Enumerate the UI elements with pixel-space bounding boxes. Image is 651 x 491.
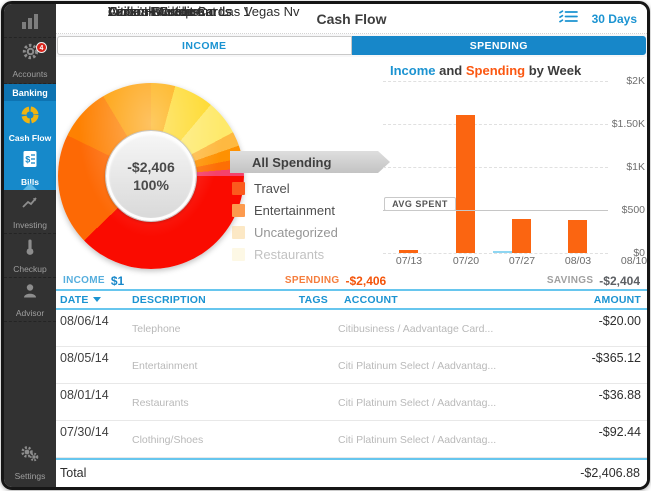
sidebar-item-bills[interactable]: $ Bills [4, 146, 56, 190]
sidebar-section-label: Banking [12, 88, 48, 98]
app-frame: 4 Accounts Banking Cash Flow $ [1, 1, 650, 490]
thermometer-icon [20, 238, 40, 261]
notification-badge: 4 [36, 42, 47, 53]
app-screenshot: 4 Accounts Banking Cash Flow $ [0, 0, 651, 491]
sidebar-item-label: Checkup [13, 264, 47, 274]
sidebar-item-label: Advisor [16, 308, 44, 318]
sidebar-item-label: Investing [13, 220, 47, 230]
bar-chart-logo-icon [22, 13, 38, 29]
sort-arrow-icon [93, 297, 101, 302]
app-logo[interactable] [4, 4, 56, 38]
sidebar-section-banking[interactable]: Banking [4, 84, 56, 101]
account-text: Citibank Credit Cards [108, 4, 647, 487]
sidebar-item-cash-flow[interactable]: Cash Flow [4, 101, 56, 146]
sidebar-item-checkup[interactable]: Checkup [4, 234, 56, 278]
sidebar-item-label: Accounts [13, 69, 48, 79]
total-label: Total [60, 466, 86, 487]
person-icon [20, 282, 40, 305]
donut-chart-icon [20, 105, 40, 130]
sidebar: 4 Accounts Banking Cash Flow $ [4, 4, 56, 487]
sidebar-item-advisor[interactable]: Advisor [4, 278, 56, 322]
sidebar-item-label: Settings [15, 471, 46, 481]
sidebar-spacer [4, 322, 56, 439]
main-panel: Cash Flow 30 Days INCOME SPEN [56, 4, 647, 487]
double-gear-icon [19, 445, 41, 468]
pie-center-label: -$2,406 100% [106, 131, 196, 221]
cell-account: Citibank Credit CardsCiti Platinum Selec… [322, 432, 546, 446]
transaction-rows: 08/06/14Verizon WirelessTelephoneCitiban… [56, 310, 647, 458]
line-chart-icon [20, 194, 40, 217]
bill-icon: $ [20, 149, 40, 174]
sidebar-item-label: Cash Flow [9, 133, 52, 143]
sidebar-item-accounts[interactable]: 4 Accounts [4, 38, 56, 84]
table-row[interactable]: 07/30/14Azalea BoutiqueClothing/ShoesCit… [56, 421, 647, 458]
section-notch [23, 183, 37, 190]
sidebar-item-investing[interactable]: Investing [4, 190, 56, 234]
sidebar-item-settings[interactable]: Settings [4, 439, 56, 487]
svg-text:$: $ [25, 155, 30, 165]
